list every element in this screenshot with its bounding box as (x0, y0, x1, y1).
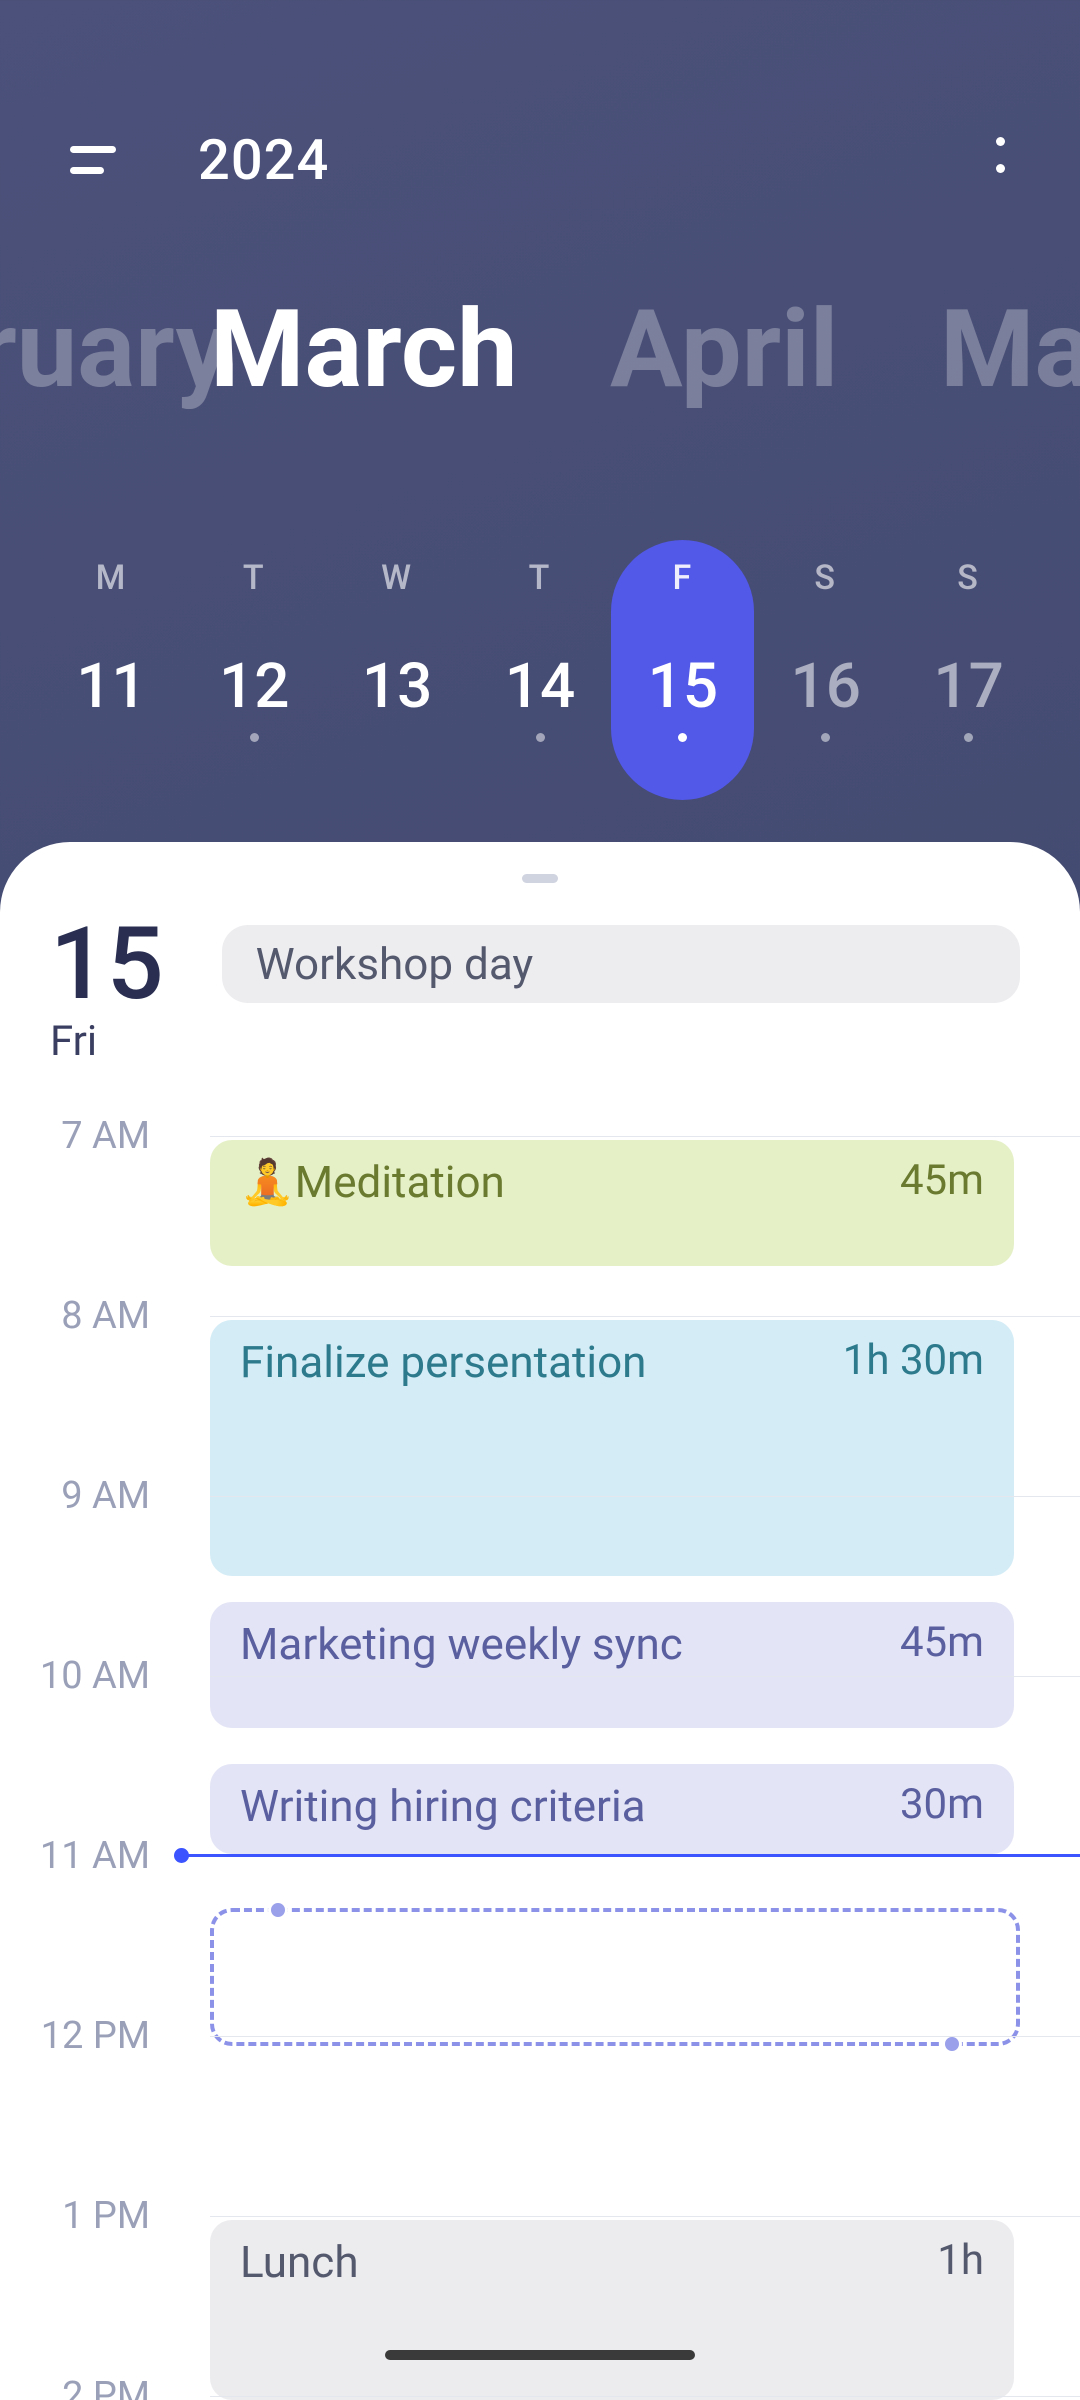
day-cell[interactable]: M 11 (40, 540, 183, 800)
month-picker[interactable]: February March April May (0, 280, 1080, 420)
event-title: 🧘Meditation (240, 1156, 505, 1208)
month-prev[interactable]: February (0, 287, 230, 413)
grid-line (210, 1676, 1080, 1677)
menu-icon[interactable] (70, 128, 134, 192)
calendar-event[interactable]: Marketing weekly sync 45m (210, 1602, 1014, 1728)
day-number-label: 16 (790, 650, 860, 723)
day-cell[interactable]: F 15 (611, 540, 754, 800)
calendar-event[interactable]: Finalize persentation 1h 30m (210, 1320, 1014, 1576)
event-dot-icon (250, 733, 259, 742)
day-of-week-label: F (673, 558, 694, 598)
month-next[interactable]: April (610, 287, 838, 413)
hour-label: 12 PM (41, 2014, 150, 2058)
calendar-event[interactable]: Lunch 1h (210, 2220, 1014, 2400)
day-of-week-label: T (529, 558, 552, 598)
event-dot-icon (964, 733, 973, 742)
home-indicator[interactable] (385, 2350, 695, 2360)
grid-line (210, 1136, 1080, 1137)
day-number-label: 12 (219, 650, 289, 723)
event-duration: 45m (900, 1618, 984, 1667)
grid-line (210, 1496, 1080, 1497)
event-duration: 30m (900, 1780, 984, 1829)
grid-line (210, 2216, 1080, 2217)
sheet-day-col: 15 Fri (50, 915, 164, 1066)
day-number: 15 (50, 915, 164, 1015)
event-title: Marketing weekly sync (240, 1618, 683, 1670)
all-day-event-title: Workshop day (256, 938, 534, 990)
event-dot-icon (536, 733, 545, 742)
day-number-label: 13 (362, 650, 432, 723)
day-sheet: 15 Fri Workshop day 7 AM 8 AM 9 AM 10 AM 11 … (0, 842, 1080, 2400)
day-number-label: 15 (648, 650, 718, 723)
day-of-week-label: S (814, 558, 837, 598)
new-event-slot[interactable] (210, 1908, 1020, 2046)
resize-handle-icon[interactable] (268, 1900, 288, 1920)
day-of-week-label: T (243, 558, 266, 598)
more-icon[interactable] (980, 120, 1020, 190)
grid-line (210, 1316, 1080, 1317)
event-duration: 1h 30m (843, 1336, 984, 1385)
hour-label: 9 AM (61, 1474, 150, 1518)
event-duration: 45m (900, 1156, 984, 1205)
day-number-label: 14 (505, 650, 575, 723)
sheet-grabber[interactable] (522, 874, 558, 883)
day-of-week-label: S (957, 558, 980, 598)
week-strip[interactable]: M 11 T 12 W 13 T 14 F 15 S 16 S 17 (40, 540, 1040, 800)
hour-label: 10 AM (40, 1654, 150, 1698)
event-title: Lunch (240, 2236, 359, 2288)
month-next2[interactable]: May (940, 287, 1080, 413)
hour-label: 1 PM (62, 2194, 150, 2238)
month-current[interactable]: March (210, 287, 518, 413)
event-duration: 1h (937, 2236, 984, 2285)
event-dot-icon (678, 733, 687, 742)
hour-label: 8 AM (61, 1294, 150, 1338)
timeline[interactable]: 7 AM 8 AM 9 AM 10 AM 11 AM 12 PM 1 PM 2 PM 🧘Med… (0, 1106, 1080, 2400)
day-cell[interactable]: T 12 (183, 540, 326, 800)
grid-line (210, 2036, 1080, 2037)
hour-label: 2 PM (62, 2374, 150, 2400)
events-column[interactable]: 🧘Meditation 45m Finalize persentation 1h 30… (210, 1106, 1014, 2400)
day-of-week-label: W (381, 558, 413, 598)
day-of-week: Fri (50, 1017, 164, 1066)
event-title: Finalize persentation (240, 1336, 646, 1388)
resize-handle-icon[interactable] (942, 2034, 962, 2054)
hour-label: 11 AM (40, 1834, 150, 1878)
calendar-event[interactable]: Writing hiring criteria 30m (210, 1764, 1014, 1854)
grid-line (210, 2396, 1080, 2397)
day-number-label: 11 (76, 650, 146, 723)
current-time-indicator (180, 1854, 1080, 1857)
day-of-week-label: M (96, 558, 128, 598)
hour-gutter: 7 AM 8 AM 9 AM 10 AM 11 AM 12 PM 1 PM 2 PM (0, 1106, 200, 2400)
day-cell[interactable]: W 13 (326, 540, 469, 800)
day-cell[interactable]: S 17 (897, 540, 1040, 800)
day-cell[interactable]: S 16 (754, 540, 897, 800)
event-title: Writing hiring criteria (240, 1780, 646, 1832)
event-dot-icon (821, 733, 830, 742)
day-number-label: 17 (933, 650, 1003, 723)
hour-label: 7 AM (61, 1114, 150, 1158)
year-label[interactable]: 2024 (198, 127, 329, 193)
day-cell[interactable]: T 14 (469, 540, 612, 800)
calendar-event[interactable]: 🧘Meditation 45m (210, 1140, 1014, 1266)
all-day-event[interactable]: Workshop day (222, 925, 1020, 1003)
